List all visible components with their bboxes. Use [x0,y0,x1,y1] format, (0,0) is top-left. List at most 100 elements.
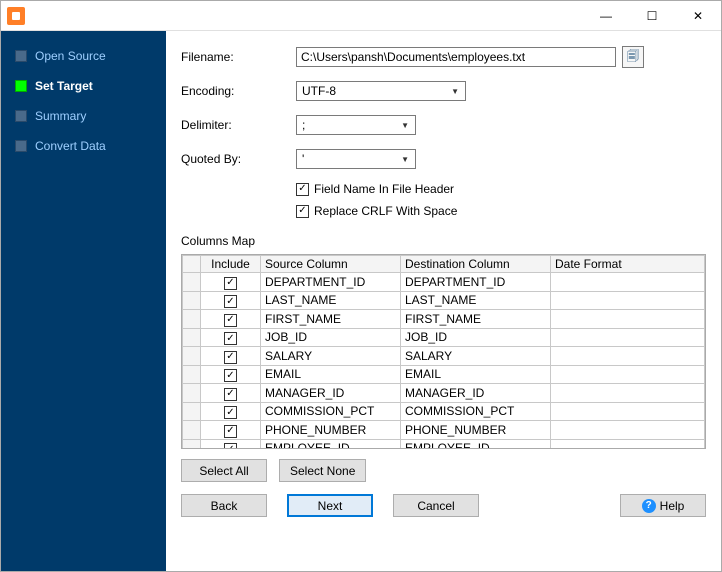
col-header-dateformat[interactable]: Date Format [551,256,705,273]
encoding-select[interactable]: UTF-8 ▼ [296,81,466,101]
source-cell[interactable]: FIRST_NAME [261,310,401,329]
row-header[interactable] [183,347,201,366]
row-header[interactable] [183,365,201,384]
table-row[interactable]: ✓ SALARYSALARY [183,347,705,366]
include-cell[interactable]: ✓ [201,439,261,449]
select-none-button[interactable]: Select None [279,459,366,482]
sidebar-item-summary[interactable]: Summary [1,105,166,135]
include-cell[interactable]: ✓ [201,347,261,366]
table-row[interactable]: ✓MANAGER_IDMANAGER_ID [183,384,705,403]
table-row[interactable]: ✓FIRST_NAMEFIRST_NAME [183,310,705,329]
delimiter-select[interactable]: ; ▼ [296,115,416,135]
source-cell[interactable]: MANAGER_ID [261,384,401,403]
dateformat-cell[interactable] [551,384,705,403]
row-header[interactable] [183,402,201,421]
include-cell[interactable]: ✓ [201,273,261,292]
destination-cell[interactable]: EMPLOYEE_ID [401,439,551,449]
dateformat-cell[interactable] [551,291,705,310]
row-header[interactable] [183,273,201,292]
table-row[interactable]: ✓ DEPARTMENT_IDDEPARTMENT_ID [183,273,705,292]
dateformat-cell[interactable] [551,273,705,292]
browse-icon: 🗐 [627,47,639,68]
destination-cell[interactable]: MANAGER_ID [401,384,551,403]
source-cell[interactable]: JOB_ID [261,328,401,347]
col-header-destination[interactable]: Destination Column [401,256,551,273]
sidebar-item-set-target[interactable]: Set Target [1,75,166,105]
source-cell[interactable]: EMAIL [261,365,401,384]
browse-button[interactable]: 🗐 [622,46,644,68]
chevron-down-icon: ▼ [397,155,413,164]
destination-cell[interactable]: FIRST_NAME [401,310,551,329]
app-window: — ☐ ✕ Open Source Set Target Summary Con… [0,0,722,572]
dateformat-cell[interactable] [551,402,705,421]
dateformat-cell[interactable] [551,421,705,440]
quotedby-select[interactable]: ' ▼ [296,149,416,169]
destination-cell[interactable]: DEPARTMENT_ID [401,273,551,292]
next-button[interactable]: Next [287,494,373,517]
destination-cell[interactable]: LAST_NAME [401,291,551,310]
row-header[interactable] [183,328,201,347]
source-cell[interactable]: DEPARTMENT_ID [261,273,401,292]
col-header-include[interactable]: Include [201,256,261,273]
destination-cell[interactable]: JOB_ID [401,328,551,347]
sidebar-item-convert-data[interactable]: Convert Data [1,135,166,165]
table-row[interactable]: ✓PHONE_NUMBERPHONE_NUMBER [183,421,705,440]
source-cell[interactable]: LAST_NAME [261,291,401,310]
checkbox-icon: ✓ [296,183,309,196]
include-cell[interactable]: ✓ [201,402,261,421]
step-icon [15,110,27,122]
row-header[interactable] [183,310,201,329]
include-cell[interactable]: ✓ [201,421,261,440]
replace-crlf-checkbox[interactable]: ✓ Replace CRLF With Space [296,204,706,218]
include-cell[interactable]: ✓ [201,328,261,347]
include-cell[interactable]: ✓ [201,291,261,310]
quotedby-label: Quoted By: [181,152,296,166]
destination-cell[interactable]: EMAIL [401,365,551,384]
table-row[interactable]: ✓JOB_IDJOB_ID [183,328,705,347]
dateformat-cell[interactable] [551,328,705,347]
include-cell[interactable]: ✓ [201,310,261,329]
row-header[interactable] [183,421,201,440]
filename-label: Filename: [181,50,296,64]
content-pane: Filename: 🗐 Encoding: UTF-8 ▼ Delimiter:… [166,31,721,571]
encoding-label: Encoding: [181,84,296,98]
sidebar-item-open-source[interactable]: Open Source [1,45,166,75]
source-cell[interactable]: PHONE_NUMBER [261,421,401,440]
destination-cell[interactable]: SALARY [401,347,551,366]
row-header[interactable] [183,291,201,310]
sidebar-item-label: Open Source [35,49,106,63]
columns-map-grid[interactable]: Include Source Column Destination Column… [181,254,706,449]
filename-input[interactable] [296,47,616,67]
close-button[interactable]: ✕ [675,1,721,31]
minimize-button[interactable]: — [583,1,629,31]
destination-cell[interactable]: PHONE_NUMBER [401,421,551,440]
checkbox-icon: ✓ [224,277,237,290]
source-cell[interactable]: COMMISSION_PCT [261,402,401,421]
table-row[interactable]: ✓LAST_NAMELAST_NAME [183,291,705,310]
col-header-source[interactable]: Source Column [261,256,401,273]
help-button[interactable]: ? Help [620,494,706,517]
source-cell[interactable]: SALARY [261,347,401,366]
step-icon-active [15,80,27,92]
table-row[interactable]: ✓EMAILEMAIL [183,365,705,384]
back-button[interactable]: Back [181,494,267,517]
table-row[interactable]: ✓COMMISSION_PCTCOMMISSION_PCT [183,402,705,421]
include-cell[interactable]: ✓ [201,384,261,403]
table-row[interactable]: ✓EMPLOYEE_IDEMPLOYEE_ID [183,439,705,449]
checkbox-icon: ✓ [224,351,237,364]
dateformat-cell[interactable] [551,310,705,329]
dateformat-cell[interactable] [551,439,705,449]
row-header[interactable] [183,384,201,403]
include-cell[interactable]: ✓ [201,365,261,384]
fieldname-header-checkbox[interactable]: ✓ Field Name In File Header [296,182,706,196]
select-all-button[interactable]: Select All [181,459,267,482]
quotedby-value: ' [302,152,304,166]
cancel-button[interactable]: Cancel [393,494,479,517]
maximize-button[interactable]: ☐ [629,1,675,31]
help-icon: ? [642,499,656,513]
row-header[interactable] [183,439,201,449]
destination-cell[interactable]: COMMISSION_PCT [401,402,551,421]
dateformat-cell[interactable] [551,365,705,384]
dateformat-cell[interactable] [551,347,705,366]
source-cell[interactable]: EMPLOYEE_ID [261,439,401,449]
